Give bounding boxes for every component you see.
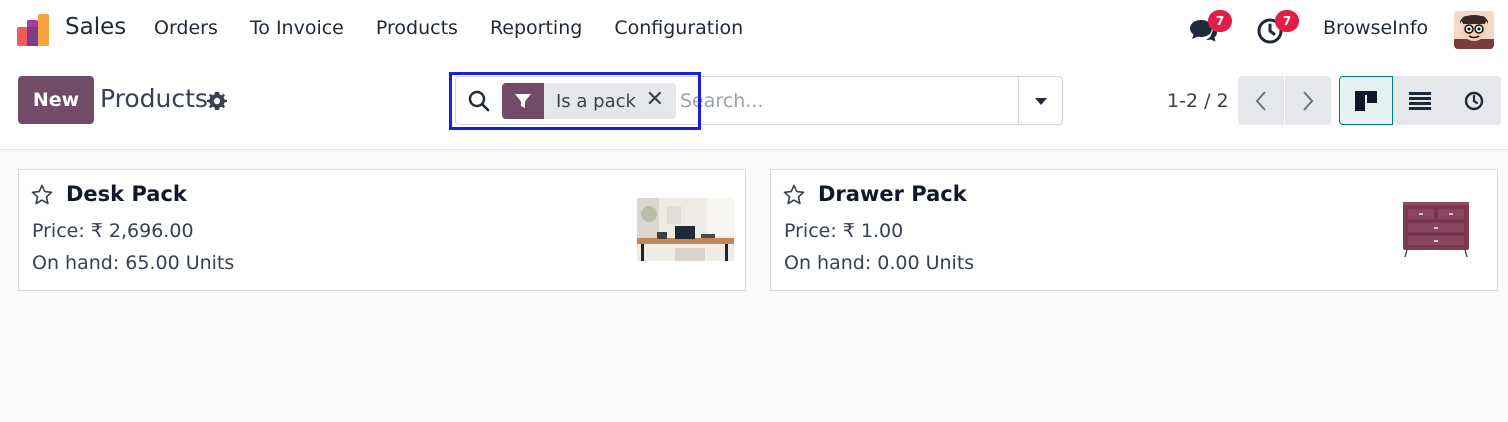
search-bar: Is a pack ✕ [455, 76, 1063, 125]
product-name: Desk Pack [66, 182, 187, 206]
product-price: Price: ₹ 2,696.00 [32, 220, 194, 242]
top-navbar: Sales Orders To Invoice Products Reporti… [0, 0, 1508, 60]
activity-clock-view-icon [1464, 91, 1484, 110]
product-on-hand: On hand: 65.00 Units [32, 252, 235, 274]
product-card[interactable]: Desk Pack Price: ₹ 2,696.00 On hand: 65.… [18, 169, 746, 291]
chevron-right-icon [1303, 90, 1314, 111]
gear-icon[interactable] [207, 91, 227, 111]
activity-view-button[interactable] [1447, 76, 1501, 125]
kanban-view-button[interactable] [1339, 76, 1393, 125]
menu-item-orders[interactable]: Orders [154, 17, 218, 39]
activity-count-badge: 7 [1275, 10, 1299, 32]
pager-value[interactable]: 1-2 / 2 [1167, 90, 1229, 112]
app-name[interactable]: Sales [65, 14, 126, 40]
star-icon[interactable] [31, 184, 53, 206]
list-view-button[interactable] [1393, 76, 1447, 125]
main-menu: Orders To Invoice Products Reporting Con… [154, 17, 775, 39]
control-panel: New Products Is a pack ✕ 1-2 / 2 [0, 60, 1508, 150]
list-icon [1409, 91, 1431, 110]
search-facet: Is a pack ✕ [502, 83, 676, 119]
search-icon[interactable] [468, 90, 490, 112]
product-price: Price: ₹ 1.00 [784, 220, 904, 242]
company-name[interactable]: BrowseInfo [1323, 17, 1428, 39]
drawer-photo [1403, 202, 1469, 258]
desk-photo [637, 198, 734, 261]
pager-next-button[interactable] [1285, 76, 1331, 125]
menu-item-to-invoice[interactable]: To Invoice [250, 17, 344, 39]
filter-icon [502, 83, 544, 119]
caret-down-icon [1034, 97, 1047, 105]
search-input[interactable] [680, 85, 1010, 117]
facet-label: Is a pack [556, 90, 636, 112]
pager-previous-button[interactable] [1238, 76, 1284, 125]
chevron-left-icon [1255, 90, 1266, 111]
menu-item-reporting[interactable]: Reporting [490, 17, 582, 39]
menu-item-products[interactable]: Products [376, 17, 458, 39]
chat-count-badge: 7 [1208, 10, 1232, 32]
page-title: Products [100, 84, 208, 113]
search-options-toggle[interactable] [1018, 77, 1062, 124]
menu-item-configuration[interactable]: Configuration [614, 17, 743, 39]
product-on-hand: On hand: 0.00 Units [784, 252, 975, 274]
kanban-icon [1355, 90, 1377, 111]
product-name: Drawer Pack [818, 182, 967, 206]
user-avatar[interactable] [1454, 11, 1494, 49]
sales-app-icon[interactable] [16, 13, 52, 47]
product-card[interactable]: Drawer Pack Price: ₹ 1.00 On hand: 0.00 … [770, 169, 1498, 291]
new-button[interactable]: New [18, 76, 94, 124]
facet-remove-icon[interactable]: ✕ [646, 89, 664, 111]
star-icon[interactable] [783, 184, 805, 206]
